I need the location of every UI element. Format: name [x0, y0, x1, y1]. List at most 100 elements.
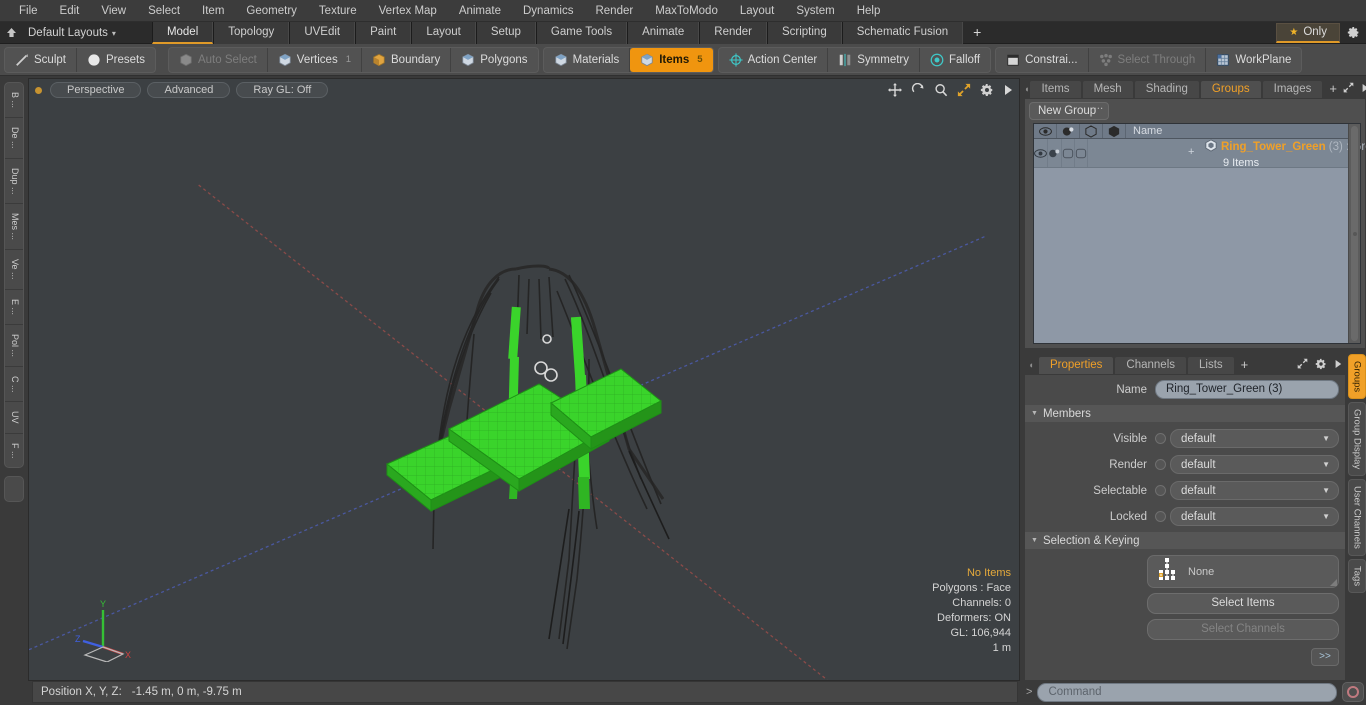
- side-tab-user-channels[interactable]: User Channels: [1348, 479, 1366, 557]
- member-field-dropdown-render[interactable]: default ▼: [1170, 455, 1339, 474]
- menu-item-help[interactable]: Help: [846, 0, 892, 22]
- toolbar-button-vertices[interactable]: Vertices 1: [268, 47, 363, 72]
- panel-tab-mesh[interactable]: Mesh ...: [1081, 80, 1134, 112]
- toolbar-button-materials[interactable]: Materials: [544, 47, 631, 72]
- member-field-toggle[interactable]: [1155, 433, 1166, 444]
- layout-tab-layout[interactable]: Layout: [411, 21, 476, 44]
- gear-icon[interactable]: [1315, 358, 1327, 373]
- layout-tab-scripting[interactable]: Scripting: [766, 21, 842, 44]
- chevron-right-icon[interactable]: [1334, 359, 1342, 372]
- expand-icon[interactable]: [1343, 82, 1354, 96]
- side-tab-tags[interactable]: Tags: [1348, 559, 1366, 594]
- expand-icon[interactable]: [1297, 358, 1308, 372]
- select-items-button[interactable]: Select Items: [1147, 593, 1339, 614]
- layout-tab-animate[interactable]: Animate: [627, 21, 700, 44]
- viewport-shading-button[interactable]: Advanced: [147, 82, 231, 98]
- toolbar-button-items[interactable]: Items 5: [630, 47, 713, 72]
- magnifier-icon[interactable]: [934, 83, 948, 100]
- menu-item-view[interactable]: View: [90, 0, 137, 22]
- layout-tab-schematic-fusion[interactable]: Schematic Fusion: [841, 21, 964, 44]
- left-tab-0[interactable]: B ...: [5, 83, 23, 119]
- left-tab-7[interactable]: C ...: [5, 367, 23, 403]
- groups-tree[interactable]: Name + Ring_Tower_Green (3) 9 Items: [1033, 123, 1366, 344]
- left-tab-6[interactable]: Pol ...: [5, 325, 23, 367]
- menu-item-maxtomodo[interactable]: MaxToModo: [644, 0, 729, 22]
- menu-item-layout[interactable]: Layout: [729, 0, 786, 22]
- toolbar-button-select-through[interactable]: Select Through: [1089, 47, 1207, 72]
- side-tab-group-display[interactable]: Group Display: [1348, 402, 1366, 477]
- member-field-dropdown-selectable[interactable]: default ▼: [1170, 481, 1339, 500]
- panel-tab-shading[interactable]: Shading: [1133, 80, 1200, 98]
- eye-icon[interactable]: [1034, 139, 1048, 167]
- record-button[interactable]: [1342, 682, 1364, 702]
- left-tab-1[interactable]: De ...: [5, 118, 23, 159]
- command-input[interactable]: Command: [1037, 682, 1337, 702]
- toolbar-button-constrai[interactable]: Constrai...: [996, 47, 1089, 72]
- section-selection-keying[interactable]: ▼ Selection & Keying: [1025, 532, 1345, 549]
- member-field-toggle[interactable]: [1155, 511, 1166, 522]
- menu-item-system[interactable]: System: [785, 0, 845, 22]
- menu-item-edit[interactable]: Edit: [49, 0, 91, 22]
- left-tab-3[interactable]: Mes ...: [5, 204, 23, 251]
- left-tab-2[interactable]: Dup ...: [5, 159, 23, 205]
- home-icon[interactable]: [0, 22, 22, 44]
- layout-tab-paint[interactable]: Paint: [355, 21, 412, 44]
- toolbar-button-symmetry[interactable]: Symmetry: [828, 47, 920, 72]
- layout-tab-game-tools[interactable]: Game Tools: [535, 21, 628, 44]
- menu-item-geometry[interactable]: Geometry: [235, 0, 308, 22]
- expand-toggle[interactable]: +: [1188, 146, 1194, 158]
- render-icon[interactable]: [1048, 139, 1062, 167]
- checkbox-icon[interactable]: [1075, 139, 1088, 167]
- add-layout-tab-button[interactable]: +: [963, 22, 991, 44]
- left-tab-8[interactable]: UV: [5, 402, 23, 434]
- menu-item-texture[interactable]: Texture: [308, 0, 368, 22]
- properties-tab-properties[interactable]: Properties: [1038, 356, 1115, 374]
- menu-item-dynamics[interactable]: Dynamics: [512, 0, 584, 22]
- 3d-viewport[interactable]: Perspective Advanced Ray GL: Off No Item…: [28, 78, 1020, 681]
- left-tab-4[interactable]: Ve ...: [5, 250, 23, 290]
- toolbar-button-auto-select[interactable]: Auto Select: [169, 47, 268, 72]
- left-tab-5[interactable]: E ...: [5, 290, 23, 325]
- advanced-button[interactable]: >>: [1311, 648, 1339, 666]
- gear-icon[interactable]: [1340, 22, 1366, 44]
- checkbox-icon[interactable]: [1062, 139, 1075, 167]
- left-extra-panel-button[interactable]: [4, 476, 24, 503]
- layout-preset-selector[interactable]: Default Layouts ▾: [22, 22, 126, 44]
- member-field-toggle[interactable]: [1155, 485, 1166, 496]
- layout-tab-setup[interactable]: Setup: [475, 21, 536, 44]
- move-icon[interactable]: [888, 83, 902, 100]
- keying-selection-widget[interactable]: None: [1147, 555, 1339, 588]
- panel-tab-items[interactable]: Items: [1029, 80, 1082, 98]
- groups-tree-scrollbar[interactable]: [1348, 124, 1360, 343]
- toolbar-button-action-center[interactable]: Action Center: [719, 47, 829, 72]
- add-panel-tab-button[interactable]: +: [1323, 80, 1343, 98]
- menu-item-render[interactable]: Render: [584, 0, 644, 22]
- panel-tab-images[interactable]: Images: [1261, 80, 1324, 98]
- layout-tab-model[interactable]: Model: [151, 21, 214, 44]
- section-members[interactable]: ▼ Members: [1025, 405, 1345, 422]
- member-field-dropdown-locked[interactable]: default ▼: [1170, 507, 1339, 526]
- chevron-right-icon[interactable]: [1361, 83, 1366, 96]
- toolbar-button-presets[interactable]: Presets: [77, 48, 155, 72]
- menu-item-select[interactable]: Select: [137, 0, 191, 22]
- wire-icon[interactable]: [1080, 124, 1103, 138]
- left-tab-9[interactable]: F ...: [5, 434, 23, 467]
- side-tab-groups[interactable]: Groups: [1348, 354, 1366, 400]
- panel-tab-groups[interactable]: Groups: [1199, 80, 1262, 98]
- toolbar-button-workplane[interactable]: WorkPlane: [1206, 48, 1301, 72]
- properties-menu-dot[interactable]: ◖: [1024, 356, 1038, 374]
- member-field-toggle[interactable]: [1155, 459, 1166, 470]
- gear-icon[interactable]: [980, 83, 994, 100]
- fit-icon[interactable]: [957, 83, 971, 100]
- toolbar-button-polygons[interactable]: Polygons: [451, 48, 537, 72]
- eye-icon[interactable]: [1034, 124, 1057, 138]
- shade-icon[interactable]: [1103, 124, 1126, 138]
- toolbar-button-boundary[interactable]: Boundary: [362, 47, 452, 72]
- table-row[interactable]: + Ring_Tower_Green (3) : Group 9 Items: [1034, 139, 1366, 169]
- menu-item-file[interactable]: File: [8, 0, 49, 22]
- properties-tab-channels[interactable]: Channels: [1114, 356, 1188, 374]
- menu-item-item[interactable]: Item: [191, 0, 235, 22]
- toolbar-button-sculpt[interactable]: Sculpt: [5, 47, 77, 72]
- properties-tab-lists[interactable]: Lists: [1187, 356, 1235, 374]
- layout-tab-topology[interactable]: Topology: [213, 21, 290, 44]
